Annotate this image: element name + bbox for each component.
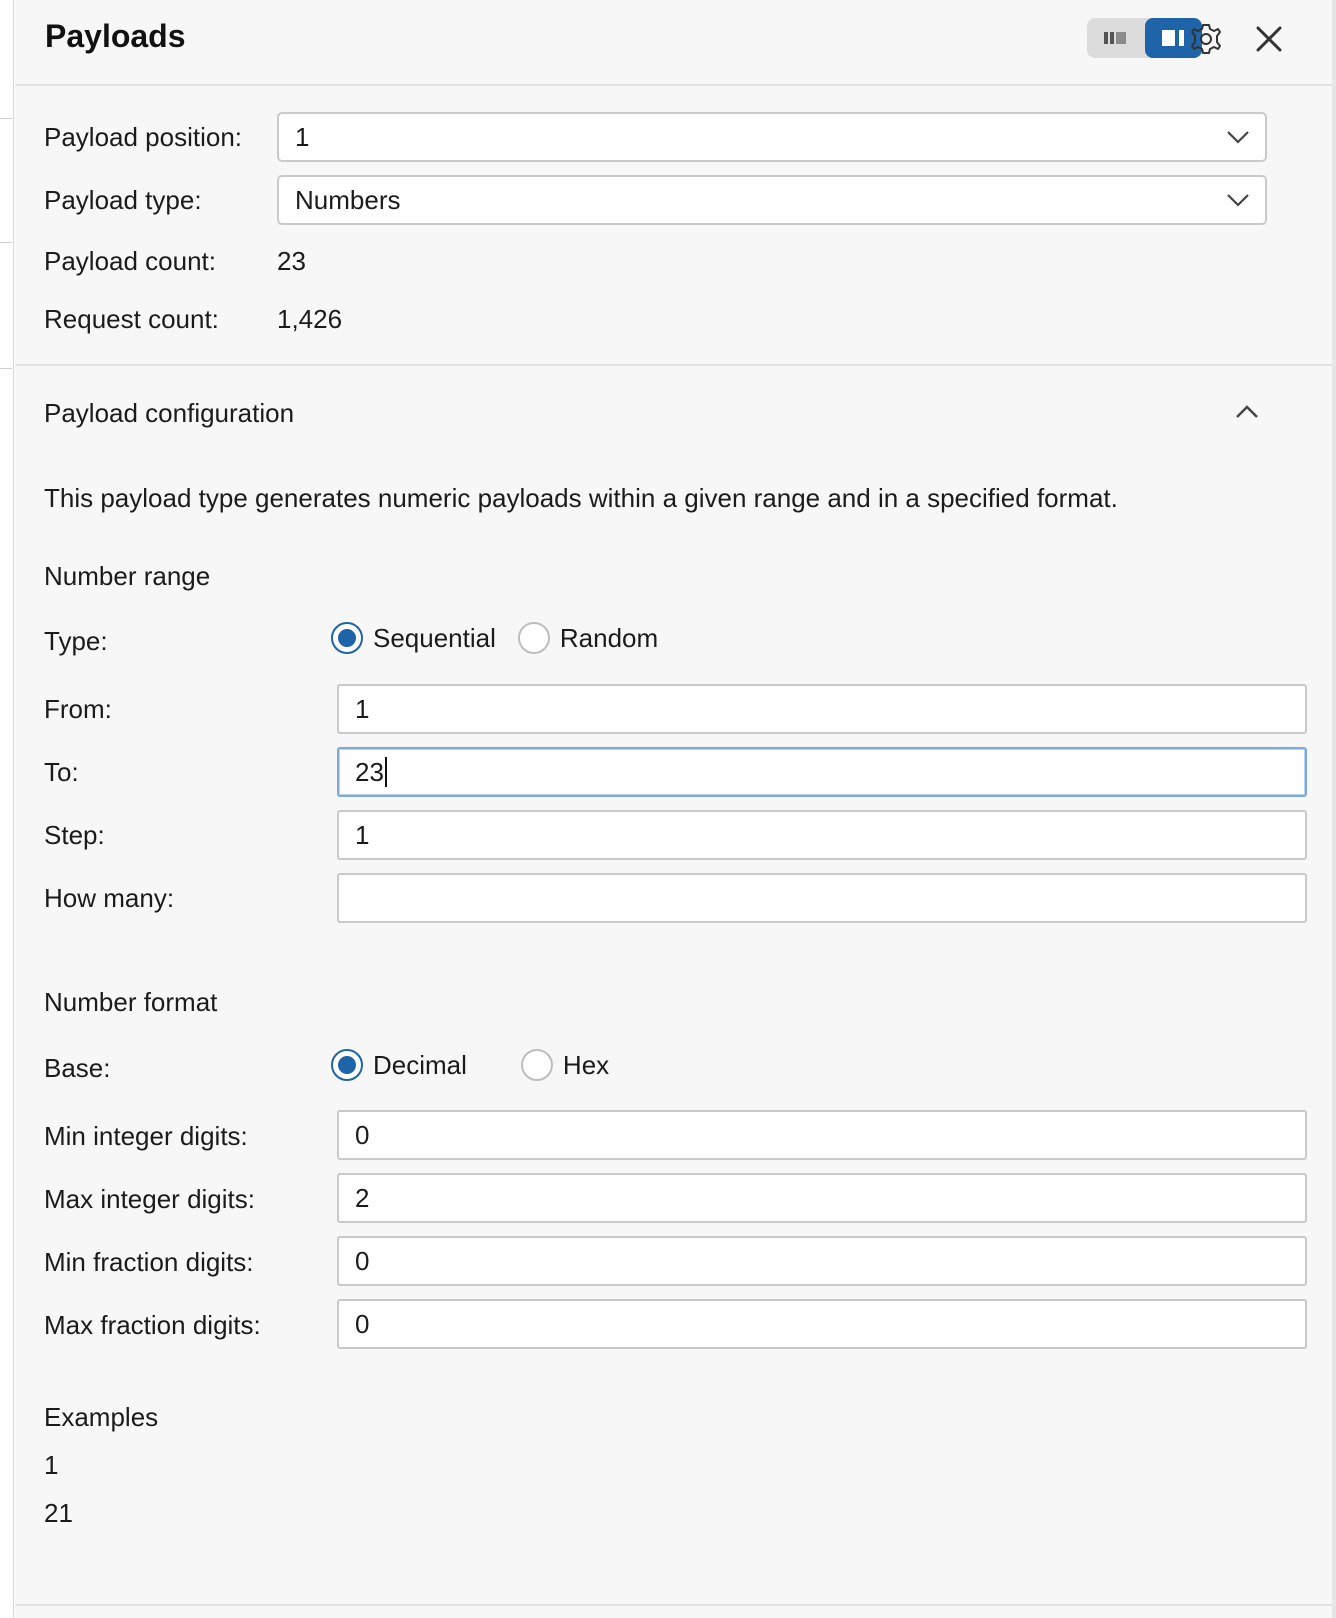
payload-type-select[interactable]: Numbers [277,175,1267,225]
panel-bottom-border [15,1604,1336,1606]
how-many-label: How many: [44,883,175,913]
to-value: 23 [355,756,384,787]
min-integer-digits-input[interactable]: 0 [337,1110,1307,1160]
from-input[interactable]: 1 [337,684,1307,734]
payload-type-label: Payload type: [44,185,202,215]
settings-button[interactable] [1185,18,1227,60]
panel-header: Payloads [15,0,1336,86]
radio-sequential[interactable]: Sequential [331,622,496,654]
step-input[interactable]: 1 [337,810,1307,860]
radio-random[interactable]: Random [517,622,659,654]
payload-position-label: Payload position: [44,122,243,152]
payload-position-value: 1 [295,121,310,152]
chevron-up-icon [1236,405,1258,418]
configuration-description: This payload type generates numeric payl… [44,483,1118,513]
step-label: Step: [44,820,105,850]
panel-title: Payloads [45,18,186,54]
from-value: 1 [355,693,370,724]
min-integer-digits-label: Min integer digits: [44,1121,248,1151]
chevron-down-icon [1227,131,1249,144]
max-integer-digits-value: 2 [355,1182,370,1213]
close-icon [1256,26,1282,52]
pane-tick [0,118,12,119]
min-fraction-digits-value: 0 [355,1245,370,1276]
range-type-radio-group: Sequential Random [331,622,658,654]
layout-left-icon [1103,32,1126,44]
left-pane-edge [0,0,14,1618]
radio-button-icon [331,622,363,654]
payloads-panel: Payloads Payload position: 1 Payload typ… [15,0,1336,1618]
max-fraction-digits-label: Max fraction digits: [44,1310,261,1340]
request-count-label: Request count: [44,304,219,334]
max-integer-digits-input[interactable]: 2 [337,1173,1307,1223]
layout-right-icon [1162,30,1185,46]
max-integer-digits-label: Max integer digits: [44,1184,255,1214]
step-value: 1 [355,819,370,850]
payload-configuration-title: Payload configuration [44,398,295,428]
base-radio-group: Decimal Hex [331,1049,609,1081]
chevron-down-icon [1227,194,1249,207]
layout-left-button[interactable] [1087,18,1145,58]
radio-decimal-label: Decimal [373,1049,467,1080]
radio-sequential-label: Sequential [373,622,496,653]
text-caret [384,757,387,787]
how-many-input[interactable] [337,873,1307,923]
payload-position-select[interactable]: 1 [277,112,1267,162]
radio-button-icon [517,622,550,654]
radio-button-icon [331,1049,363,1081]
pane-tick [0,242,12,243]
radio-hex-label: Hex [562,1049,610,1080]
example-item: 21 [44,1498,73,1528]
to-input[interactable]: 23 [337,747,1307,797]
radio-decimal[interactable]: Decimal [331,1049,467,1081]
max-fraction-digits-value: 0 [355,1308,370,1339]
example-item: 1 [44,1450,59,1480]
examples-heading: Examples [44,1402,159,1432]
section-divider [15,364,1336,366]
payload-count-label: Payload count: [44,246,217,276]
to-label: To: [44,757,79,787]
payload-type-value: Numbers [295,184,401,215]
from-label: From: [44,694,112,724]
radio-random-label: Random [559,622,659,653]
min-integer-digits-value: 0 [355,1119,370,1150]
radio-button-icon [520,1049,553,1081]
range-type-label: Type: [44,626,108,656]
close-button[interactable] [1248,18,1290,60]
radio-hex[interactable]: Hex [520,1049,610,1081]
request-count-value: 1,426 [277,304,343,334]
collapse-section-button[interactable] [1227,392,1267,432]
pane-tick [0,368,12,369]
number-format-heading: Number format [44,987,218,1017]
base-label: Base: [44,1053,111,1083]
min-fraction-digits-label: Min fraction digits: [44,1247,254,1277]
payload-count-value: 23 [277,246,306,276]
panel-right-edge [1332,0,1336,1618]
gear-icon [1191,24,1221,54]
number-range-heading: Number range [44,561,211,591]
max-fraction-digits-input[interactable]: 0 [337,1299,1307,1349]
min-fraction-digits-input[interactable]: 0 [337,1236,1307,1286]
